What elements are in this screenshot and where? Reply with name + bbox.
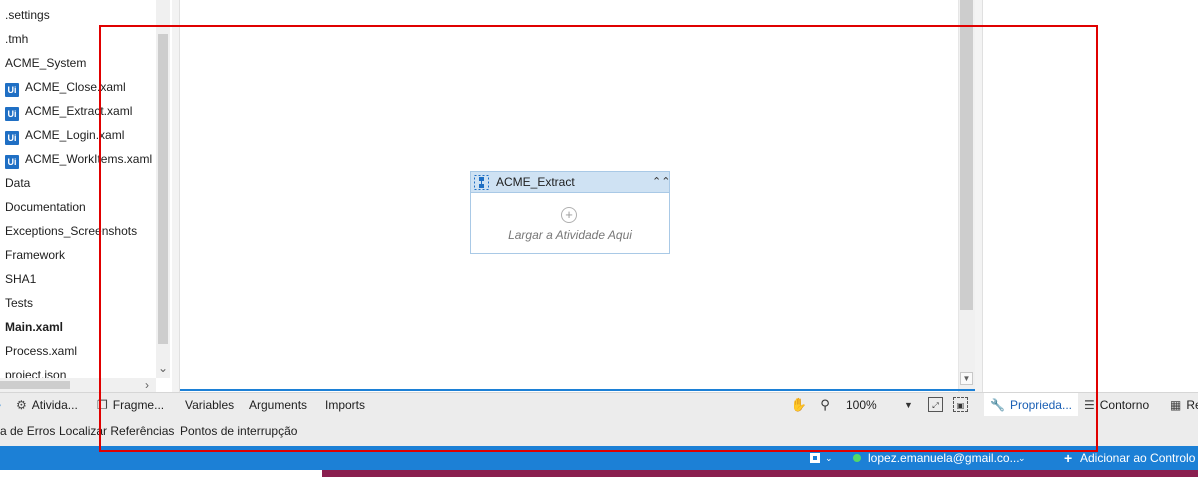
tree-scroll-thumb[interactable] — [158, 34, 168, 344]
tree-item-settings[interactable]: .settings — [0, 3, 50, 27]
scroll-down-arrow-icon[interactable]: ▼ — [960, 372, 973, 385]
tree-item-data[interactable]: Data — [0, 171, 30, 195]
chevron-down-icon[interactable]: ⌄ — [156, 360, 170, 376]
wrench-icon: 🔧 — [990, 398, 1005, 412]
drop-activity-hint: Largar a Atividade Aqui — [508, 228, 632, 242]
account-menu[interactable]: lopez.emanuela@gmail.co... — [868, 446, 1020, 470]
tree-item-label: ACME_Close.xaml — [25, 80, 126, 94]
tab-outline[interactable]: ☰ Contorno — [1084, 393, 1149, 417]
chevron-down-icon[interactable]: ⌄ — [1018, 446, 1026, 470]
sequence-header[interactable]: ACME_Extract ⌃⌃ — [471, 172, 670, 193]
uipath-file-icon: Ui — [5, 131, 19, 145]
collapse-icon[interactable]: ⌃⌃ — [652, 174, 670, 190]
tree-item-tmh[interactable]: .tmh — [0, 27, 28, 51]
tab-properties[interactable]: 🔧 Proprieda... — [984, 393, 1078, 417]
tree-hscroll-thumb[interactable] — [0, 381, 70, 389]
chevron-down-icon[interactable]: ▼ — [904, 393, 913, 417]
tree-item-documentation[interactable]: Documentation — [0, 195, 86, 219]
properties-panel — [984, 0, 1198, 392]
sequence-icon — [474, 175, 489, 190]
tree-item-acme-extract[interactable]: Ui ACME_Extract.xaml — [0, 99, 132, 123]
taskbar-accent — [322, 470, 1198, 477]
tab-error-list[interactable]: a de Erros — [0, 416, 55, 446]
tree-item-label: ACME_Extract.xaml — [25, 104, 133, 118]
reset-zoom-icon[interactable]: ▣ — [953, 397, 968, 412]
tree-item-framework[interactable]: Framework — [0, 243, 65, 267]
uipath-file-icon: Ui — [5, 155, 19, 169]
tree-item-sha1[interactable]: SHA1 — [0, 267, 36, 291]
outline-icon: ☰ — [1084, 398, 1095, 412]
resources-icon: ▦ — [1170, 398, 1182, 412]
tree-item-label: ACME_Login.xaml — [25, 128, 125, 142]
tab-snippets[interactable]: ❐ Fragme... — [97, 393, 164, 417]
tree-item-tests[interactable]: Tests — [0, 291, 33, 315]
tree-item-acme-workitems[interactable]: Ui ACME_WorkItems.xaml — [0, 147, 152, 171]
chevron-down-icon[interactable]: ⌄ — [825, 446, 833, 470]
source-control-icon[interactable] — [810, 453, 820, 463]
add-to-source-control-button[interactable]: Adicionar ao Controlo — [1080, 446, 1195, 470]
tab-activities[interactable]: ⚙ Ativida... — [16, 393, 78, 417]
tree-item-main-xaml[interactable]: Main.xaml — [0, 315, 63, 339]
tab-variables[interactable]: Variables — [185, 393, 234, 417]
tab-arguments[interactable]: Arguments — [249, 393, 307, 417]
tab-label: Fragme... — [112, 398, 165, 412]
sequence-activity[interactable]: ACME_Extract ⌃⌃ + Largar a Atividade Aqu… — [470, 171, 670, 254]
tree-item-process-xaml[interactable]: Process.xaml — [0, 339, 77, 363]
tab-label: Proprieda... — [1009, 398, 1072, 412]
tab-label: Contorno — [1099, 398, 1150, 412]
sequence-title: ACME_Extract — [496, 175, 575, 189]
uipath-file-icon: Ui — [5, 107, 19, 121]
canvas-scroll-thumb[interactable] — [960, 0, 973, 310]
uipath-file-icon: Ui — [5, 83, 19, 97]
bottom-tabs-bar: ◦ ⚙ Ativida... ❐ Fragme... Variables Argum… — [0, 392, 1198, 417]
tab-resources[interactable]: ▦ Re — [1170, 393, 1198, 417]
snippets-icon: ❐ — [97, 398, 108, 412]
online-status-icon — [853, 454, 861, 462]
panel-splitter-right[interactable] — [975, 0, 983, 392]
project-icon: ◦ — [0, 393, 1, 417]
tree-item-acme-login[interactable]: Ui ACME_Login.xaml — [0, 123, 124, 147]
tree-item-acme-close[interactable]: Ui ACME_Close.xaml — [0, 75, 126, 99]
tab-find-references[interactable]: Localizar Referências — [59, 416, 174, 446]
tree-item-label: ACME_WorkItems.xaml — [25, 152, 153, 166]
fit-to-screen-icon[interactable]: ⤢ — [928, 397, 943, 412]
chevron-right-icon[interactable]: › — [140, 378, 154, 392]
tab-label: Re — [1186, 398, 1198, 412]
status-bar: ⌄ lopez.emanuela@gmail.co... ⌄ + Adicion… — [0, 446, 1198, 470]
canvas-active-indicator — [180, 389, 975, 391]
plus-icon[interactable]: + — [1064, 446, 1072, 470]
output-tabs-bar: a de Erros Localizar Referências Pontos … — [0, 416, 1198, 446]
tree-item-acme-system[interactable]: ACME_System — [0, 51, 86, 75]
add-activity-icon[interactable]: + — [561, 207, 577, 223]
panel-splitter[interactable] — [172, 0, 180, 392]
hand-pan-icon[interactable]: ✋ — [790, 396, 808, 414]
tree-item-exceptions-screenshots[interactable]: Exceptions_Screenshots — [0, 219, 137, 243]
tab-project-partial[interactable]: ◦ — [0, 393, 6, 417]
project-tree-panel: .settings .tmh ACME_System Ui ACME_Close.… — [0, 0, 172, 392]
tab-label: Ativida... — [31, 398, 78, 412]
zoom-search-icon[interactable]: ⚲ — [816, 396, 834, 414]
activities-icon: ⚙ — [16, 398, 27, 412]
zoom-level[interactable]: 100% — [846, 393, 877, 417]
tab-breakpoints[interactable]: Pontos de interrupção — [180, 416, 297, 446]
tab-imports[interactable]: Imports — [325, 393, 365, 417]
